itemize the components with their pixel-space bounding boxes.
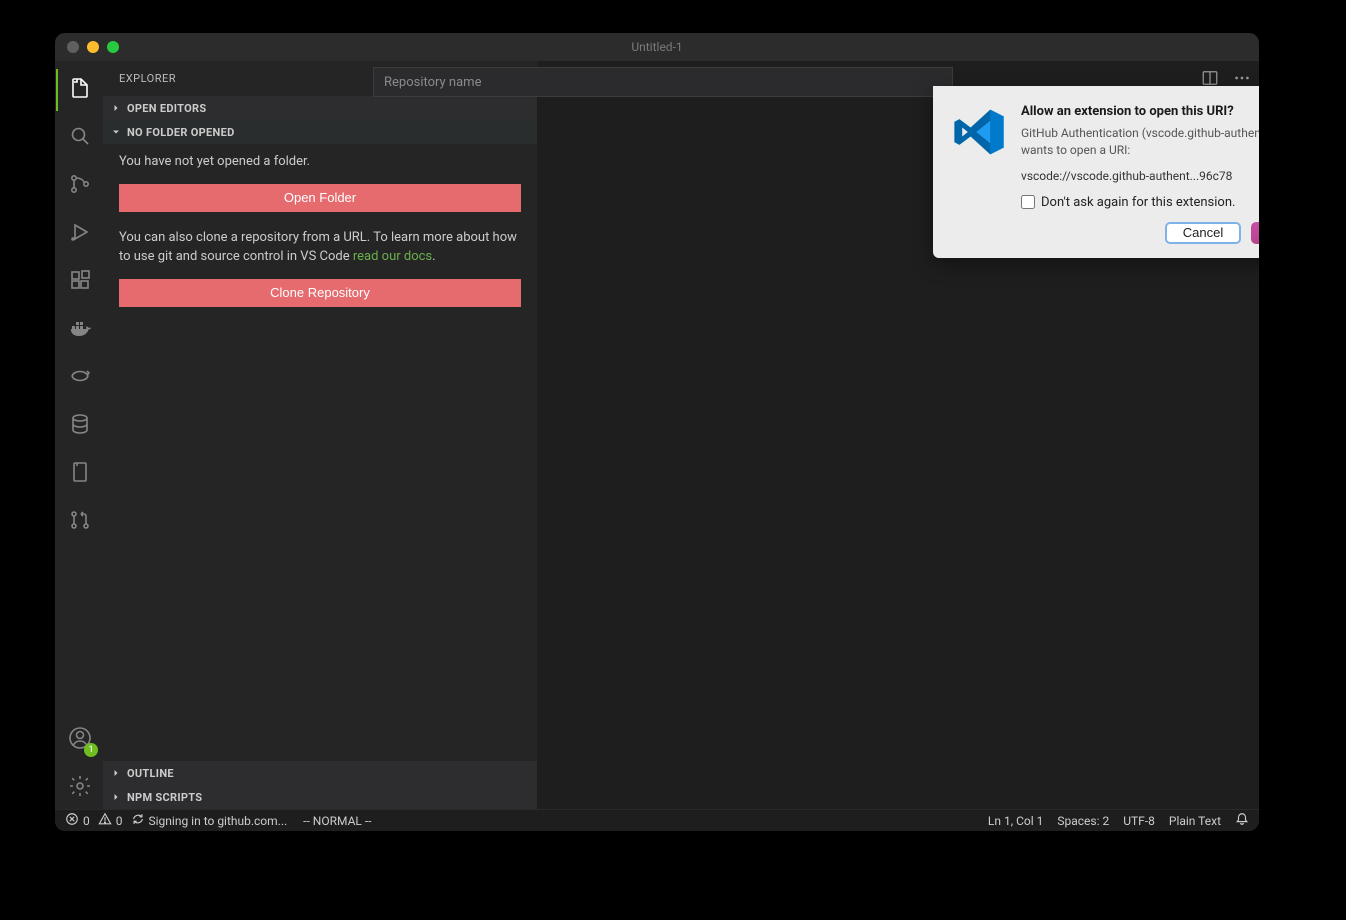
- clone-text-prefix: You can also clone a repository from a U…: [119, 230, 517, 265]
- chevron-right-icon: [109, 101, 123, 115]
- command-input-placeholder: Repository name: [384, 75, 481, 90]
- docs-link[interactable]: read our docs: [353, 249, 432, 264]
- accounts-activity[interactable]: 1: [56, 719, 104, 761]
- dialog-subtitle: GitHub Authentication (vscode.github-aut…: [1021, 125, 1259, 159]
- sidebar: EXPLORER OPEN EDITORS NO FOLDER OPENED Y…: [103, 61, 537, 809]
- warnings-status[interactable]: 0: [98, 812, 123, 829]
- dialog-uri: vscode://vscode.github-authent...96c78: [1021, 169, 1259, 183]
- editor-area: Repository name Allow an extension to: [537, 61, 1259, 809]
- no-folder-label: NO FOLDER OPENED: [127, 126, 235, 139]
- open-folder-button[interactable]: Open Folder: [119, 184, 521, 212]
- encoding-status[interactable]: UTF-8: [1123, 814, 1155, 828]
- npm-scripts-label: NPM SCRIPTS: [127, 791, 202, 804]
- cursor-position-status[interactable]: Ln 1, Col 1: [988, 814, 1043, 828]
- vscode-logo-icon: [951, 104, 1007, 244]
- vim-mode-text: -- NORMAL --: [303, 814, 371, 828]
- pull-request-icon: [68, 508, 92, 536]
- chevron-right-icon: [109, 766, 123, 780]
- open-editors-header[interactable]: OPEN EDITORS: [103, 96, 537, 120]
- files-icon: [68, 76, 92, 104]
- cursor-text: Ln 1, Col 1: [988, 814, 1043, 828]
- clone-repository-button[interactable]: Clone Repository: [119, 279, 521, 307]
- signing-text: Signing in to github.com...: [149, 814, 288, 828]
- welcome-text-1: You have not yet opened a folder.: [119, 152, 521, 172]
- chevron-down-icon: [109, 125, 123, 139]
- npm-scripts-header[interactable]: NPM SCRIPTS: [103, 785, 537, 809]
- gear-icon: [68, 774, 92, 802]
- activity-bar: 1: [55, 61, 103, 809]
- open-editors-label: OPEN EDITORS: [127, 102, 206, 115]
- titlebar: Untitled-1: [55, 33, 1259, 61]
- outline-label: OUTLINE: [127, 767, 174, 780]
- sync-icon: [131, 812, 145, 829]
- source-control-activity[interactable]: [56, 165, 104, 207]
- search-activity[interactable]: [56, 117, 104, 159]
- vscode-window: Untitled-1: [55, 33, 1259, 831]
- spaces-text: Spaces: 2: [1057, 814, 1109, 828]
- clone-text-suffix: .: [432, 249, 435, 264]
- bell-icon: [1235, 812, 1249, 829]
- pull-request-activity[interactable]: [56, 501, 104, 543]
- warning-count: 0: [116, 814, 123, 828]
- docker-activity[interactable]: [56, 309, 104, 351]
- language-status[interactable]: Plain Text: [1169, 814, 1221, 828]
- dont-ask-checkbox[interactable]: [1021, 195, 1035, 209]
- status-bar: 0 0 Signing in to github.com... -- NORMA…: [55, 809, 1259, 831]
- no-folder-header[interactable]: NO FOLDER OPENED: [103, 120, 537, 144]
- window-title: Untitled-1: [55, 40, 1259, 54]
- cancel-button[interactable]: Cancel: [1165, 222, 1241, 244]
- database-icon: [68, 412, 92, 440]
- database-activity[interactable]: [56, 405, 104, 447]
- error-count: 0: [83, 814, 90, 828]
- explorer-activity[interactable]: [56, 69, 104, 111]
- error-icon: [65, 812, 79, 829]
- extensions-activity[interactable]: [56, 261, 104, 303]
- chevron-right-icon: [109, 790, 123, 804]
- warning-icon: [98, 812, 112, 829]
- project-activity[interactable]: [56, 453, 104, 495]
- run-debug-activity[interactable]: [56, 213, 104, 255]
- dont-ask-label[interactable]: Don't ask again for this extension.: [1041, 195, 1235, 210]
- notifications-status[interactable]: [1235, 812, 1249, 829]
- file-icon: [68, 460, 92, 488]
- play-icon: [68, 220, 92, 248]
- remote-activity[interactable]: [56, 357, 104, 399]
- command-input[interactable]: Repository name: [373, 67, 953, 97]
- docker-icon: [68, 316, 92, 344]
- signing-status[interactable]: Signing in to github.com...: [131, 812, 288, 829]
- welcome-text-2: You can also clone a repository from a U…: [119, 228, 521, 267]
- dialog-title: Allow an extension to open this URI?: [1021, 104, 1259, 119]
- extensions-icon: [68, 268, 92, 296]
- remote-icon: [68, 364, 92, 392]
- account-badge: 1: [84, 743, 98, 757]
- welcome-section: You have not yet opened a folder. Open F…: [103, 144, 537, 339]
- encoding-text: UTF-8: [1123, 814, 1155, 828]
- indentation-status[interactable]: Spaces: 2: [1057, 814, 1109, 828]
- errors-status[interactable]: 0: [65, 812, 90, 829]
- source-control-icon: [68, 172, 92, 200]
- vim-mode-status: -- NORMAL --: [303, 814, 371, 828]
- open-button[interactable]: Open: [1251, 222, 1259, 244]
- body: 1 EXPLORER OPEN EDITORS NO FOLD: [55, 61, 1259, 809]
- search-icon: [68, 124, 92, 152]
- uri-permission-dialog: Allow an extension to open this URI? Git…: [933, 86, 1259, 258]
- lang-text: Plain Text: [1169, 814, 1221, 828]
- settings-activity[interactable]: [56, 767, 104, 809]
- outline-header[interactable]: OUTLINE: [103, 761, 537, 785]
